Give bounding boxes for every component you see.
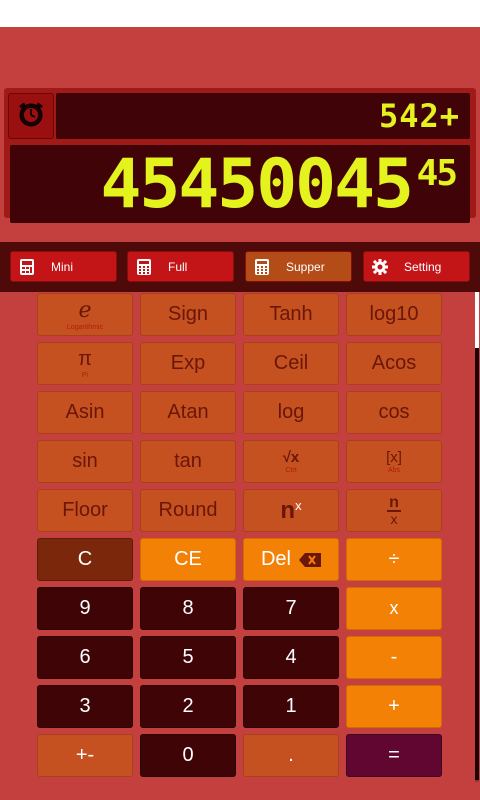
history-button[interactable] xyxy=(8,93,54,139)
delete-button[interactable]: Del xyxy=(243,538,339,581)
sqrt-button[interactable]: √x Ctrt xyxy=(243,440,339,483)
gear-icon xyxy=(368,258,392,275)
fraction-button[interactable]: n x xyxy=(346,489,442,532)
sqrt-label: √x xyxy=(282,449,300,466)
result-exponent: 45 xyxy=(416,153,458,194)
delete-label: Del xyxy=(260,548,291,570)
fraction-denominator: x xyxy=(390,510,398,527)
mode-mini-label: Mini xyxy=(51,259,74,274)
sin-button[interactable]: sin xyxy=(37,440,133,483)
plus-button[interactable]: + xyxy=(346,685,442,728)
multiply-button[interactable]: x xyxy=(346,587,442,630)
scrollbar-lower xyxy=(475,348,479,780)
mode-full-button[interactable]: Full xyxy=(127,251,234,282)
result-display: 45450045 45 xyxy=(10,145,470,223)
expression-display: 542+ xyxy=(56,93,470,139)
mode-setting-label: Setting xyxy=(404,259,442,274)
abs-button[interactable]: [x] Abs xyxy=(346,440,442,483)
mode-supper-label: Supper xyxy=(286,259,325,274)
calculator-icon xyxy=(132,258,156,275)
digit-3-button[interactable]: 3 xyxy=(37,685,133,728)
plus-minus-button[interactable]: +- xyxy=(37,734,133,777)
e-sublabel: Logarithmic xyxy=(66,324,104,331)
calculator-icon xyxy=(250,258,274,275)
divide-button[interactable]: ÷ xyxy=(346,538,442,581)
keypad: e Logarithmic Sign Tanh log10 π Pi Exp C… xyxy=(0,292,476,800)
expression-text: 542+ xyxy=(378,97,460,135)
mode-bar: Mini Full Supper Setting xyxy=(0,242,480,292)
digit-8-button[interactable]: 8 xyxy=(140,587,236,630)
mode-mini-button[interactable]: Mini xyxy=(10,251,117,282)
mode-supper-button[interactable]: Supper xyxy=(245,251,352,282)
tan-button[interactable]: tan xyxy=(140,440,236,483)
digit-4-button[interactable]: 4 xyxy=(243,636,339,679)
sqrt-sublabel: Ctrt xyxy=(285,467,297,474)
clear-button[interactable]: C xyxy=(37,538,133,581)
minus-button[interactable]: - xyxy=(346,636,442,679)
atan-button[interactable]: Atan xyxy=(140,391,236,434)
mode-setting-button[interactable]: Setting xyxy=(363,251,470,282)
digit-6-button[interactable]: 6 xyxy=(37,636,133,679)
stopwatch-icon xyxy=(16,99,46,134)
result-value: 45450045 xyxy=(100,145,414,224)
digit-7-button[interactable]: 7 xyxy=(243,587,339,630)
ceil-button[interactable]: Ceil xyxy=(243,342,339,385)
tanh-button[interactable]: Tanh xyxy=(243,293,339,336)
cos-button[interactable]: cos xyxy=(346,391,442,434)
pi-button[interactable]: π Pi xyxy=(37,342,133,385)
acos-button[interactable]: Acos xyxy=(346,342,442,385)
abs-label: [x] xyxy=(386,449,402,466)
decimal-button[interactable]: . xyxy=(243,734,339,777)
sign-button[interactable]: Sign xyxy=(140,293,236,336)
log10-button[interactable]: log10 xyxy=(346,293,442,336)
asin-button[interactable]: Asin xyxy=(37,391,133,434)
digit-0-button[interactable]: 0 xyxy=(140,734,236,777)
power-base: n xyxy=(280,496,296,524)
digit-9-button[interactable]: 9 xyxy=(37,587,133,630)
floor-button[interactable]: Floor xyxy=(37,489,133,532)
fraction-numerator: n xyxy=(387,493,401,512)
digit-2-button[interactable]: 2 xyxy=(140,685,236,728)
calculator-icon xyxy=(15,258,39,275)
mode-full-label: Full xyxy=(168,259,188,274)
e-button[interactable]: e Logarithmic xyxy=(37,293,133,336)
scrollbar-thumb[interactable] xyxy=(475,292,479,348)
abs-sublabel: Abs xyxy=(387,467,401,474)
exp-button[interactable]: Exp xyxy=(140,342,236,385)
round-button[interactable]: Round xyxy=(140,489,236,532)
power-button[interactable]: n x xyxy=(243,489,339,532)
status-bar xyxy=(0,0,480,27)
digit-1-button[interactable]: 1 xyxy=(243,685,339,728)
e-label: e xyxy=(78,298,92,323)
calculator-display: 542+ 45450045 45 xyxy=(4,88,476,223)
pi-label: π xyxy=(78,348,92,370)
pi-sublabel: Pi xyxy=(81,372,89,379)
digit-5-button[interactable]: 5 xyxy=(140,636,236,679)
clear-entry-button[interactable]: CE xyxy=(140,538,236,581)
power-exponent: x xyxy=(295,498,302,513)
equals-button[interactable]: = xyxy=(346,734,442,777)
backspace-icon xyxy=(299,552,321,567)
log-button[interactable]: log xyxy=(243,391,339,434)
